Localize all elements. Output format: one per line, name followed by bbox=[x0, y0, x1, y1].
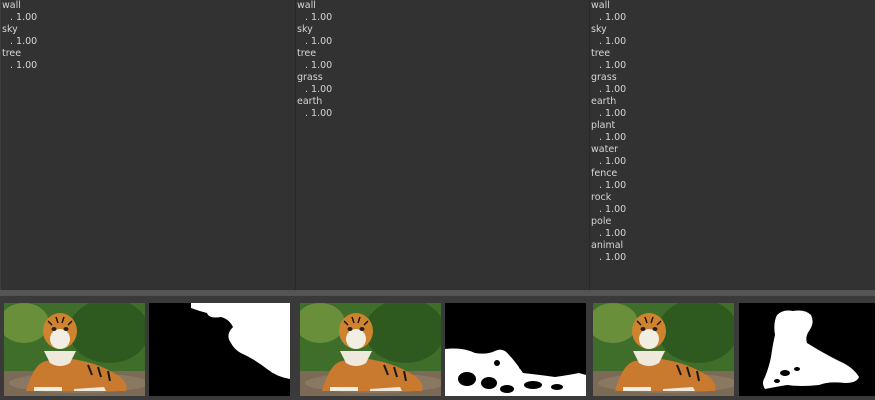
mask-thumbnail-1[interactable] bbox=[149, 303, 290, 396]
label-score: . 1.00 bbox=[599, 180, 627, 191]
label-entry[interactable]: wall . 1.00 bbox=[296, 0, 589, 24]
label-score: . 1.00 bbox=[10, 12, 38, 23]
tiger-photo-thumbnail-2[interactable] bbox=[300, 303, 441, 396]
label-entry[interactable]: sky . 1.00 bbox=[590, 24, 875, 48]
label-list-3: wall . 1.00 sky . 1.00 tree . 1.00 grass… bbox=[590, 0, 875, 264]
label-score: . 1.00 bbox=[599, 84, 627, 95]
thumbnail-strip bbox=[0, 296, 875, 400]
label-panel-2: wall . 1.00 sky . 1.00 tree . 1.00 grass… bbox=[295, 0, 589, 290]
mask-thumbnail-2[interactable] bbox=[445, 303, 586, 396]
label-name: water bbox=[591, 144, 619, 155]
label-name: grass bbox=[297, 72, 323, 83]
label-score: . 1.00 bbox=[10, 36, 38, 47]
label-name: sky bbox=[2, 24, 18, 35]
label-entry[interactable]: animal . 1.00 bbox=[590, 240, 875, 264]
label-score: . 1.00 bbox=[599, 36, 627, 47]
label-entry[interactable]: grass . 1.00 bbox=[590, 72, 875, 96]
label-entry[interactable]: fence . 1.00 bbox=[590, 168, 875, 192]
label-name: rock bbox=[591, 192, 612, 203]
label-name: earth bbox=[591, 96, 617, 107]
label-name: pole bbox=[591, 216, 612, 227]
label-name: wall bbox=[591, 0, 610, 11]
label-score: . 1.00 bbox=[599, 252, 627, 263]
label-entry[interactable]: tree . 1.00 bbox=[590, 48, 875, 72]
label-entry[interactable]: earth . 1.00 bbox=[296, 96, 589, 120]
label-name: tree bbox=[297, 48, 317, 59]
label-panels: wall . 1.00 sky . 1.00 tree . 1.00 wall … bbox=[0, 0, 875, 290]
tiger-photo-thumbnail-1[interactable] bbox=[4, 303, 145, 396]
label-name: wall bbox=[2, 0, 21, 11]
label-name: sky bbox=[591, 24, 607, 35]
label-name: sky bbox=[297, 24, 313, 35]
label-score: . 1.00 bbox=[599, 132, 627, 143]
label-name: plant bbox=[591, 120, 616, 131]
label-name: grass bbox=[591, 72, 617, 83]
label-name: wall bbox=[297, 0, 316, 11]
label-score: . 1.00 bbox=[599, 228, 627, 239]
label-entry[interactable]: tree . 1.00 bbox=[296, 48, 589, 72]
label-panel-3: wall . 1.00 sky . 1.00 tree . 1.00 grass… bbox=[589, 0, 875, 290]
label-entry[interactable]: grass . 1.00 bbox=[296, 72, 589, 96]
label-panel-1: wall . 1.00 sky . 1.00 tree . 1.00 bbox=[0, 0, 295, 290]
label-name: tree bbox=[2, 48, 22, 59]
segmentation-viewer: wall . 1.00 sky . 1.00 tree . 1.00 wall … bbox=[0, 0, 875, 400]
label-entry[interactable]: rock . 1.00 bbox=[590, 192, 875, 216]
label-list-2: wall . 1.00 sky . 1.00 tree . 1.00 grass… bbox=[296, 0, 589, 120]
label-entry[interactable]: wall . 1.00 bbox=[590, 0, 875, 24]
label-score: . 1.00 bbox=[599, 60, 627, 71]
label-score: . 1.00 bbox=[305, 60, 333, 71]
label-score: . 1.00 bbox=[599, 156, 627, 167]
label-entry[interactable]: wall . 1.00 bbox=[1, 0, 295, 24]
label-score: . 1.00 bbox=[305, 36, 333, 47]
label-entry[interactable]: pole . 1.00 bbox=[590, 216, 875, 240]
label-entry[interactable]: tree . 1.00 bbox=[1, 48, 295, 72]
label-entry[interactable]: water . 1.00 bbox=[590, 144, 875, 168]
label-name: fence bbox=[591, 168, 618, 179]
label-list-1: wall . 1.00 sky . 1.00 tree . 1.00 bbox=[1, 0, 295, 72]
label-score: . 1.00 bbox=[10, 60, 38, 71]
label-score: . 1.00 bbox=[599, 108, 627, 119]
label-name: tree bbox=[591, 48, 611, 59]
label-score: . 1.00 bbox=[599, 12, 627, 23]
label-entry[interactable]: sky . 1.00 bbox=[296, 24, 589, 48]
label-entry[interactable]: earth . 1.00 bbox=[590, 96, 875, 120]
label-score: . 1.00 bbox=[305, 108, 333, 119]
label-score: . 1.00 bbox=[305, 12, 333, 23]
mask-thumbnail-3[interactable] bbox=[739, 303, 875, 396]
label-score: . 1.00 bbox=[305, 84, 333, 95]
label-score: . 1.00 bbox=[599, 204, 627, 215]
label-name: earth bbox=[297, 96, 323, 107]
label-entry[interactable]: sky . 1.00 bbox=[1, 24, 295, 48]
tiger-photo-thumbnail-3[interactable] bbox=[593, 303, 734, 396]
label-name: animal bbox=[591, 240, 624, 251]
label-entry[interactable]: plant . 1.00 bbox=[590, 120, 875, 144]
